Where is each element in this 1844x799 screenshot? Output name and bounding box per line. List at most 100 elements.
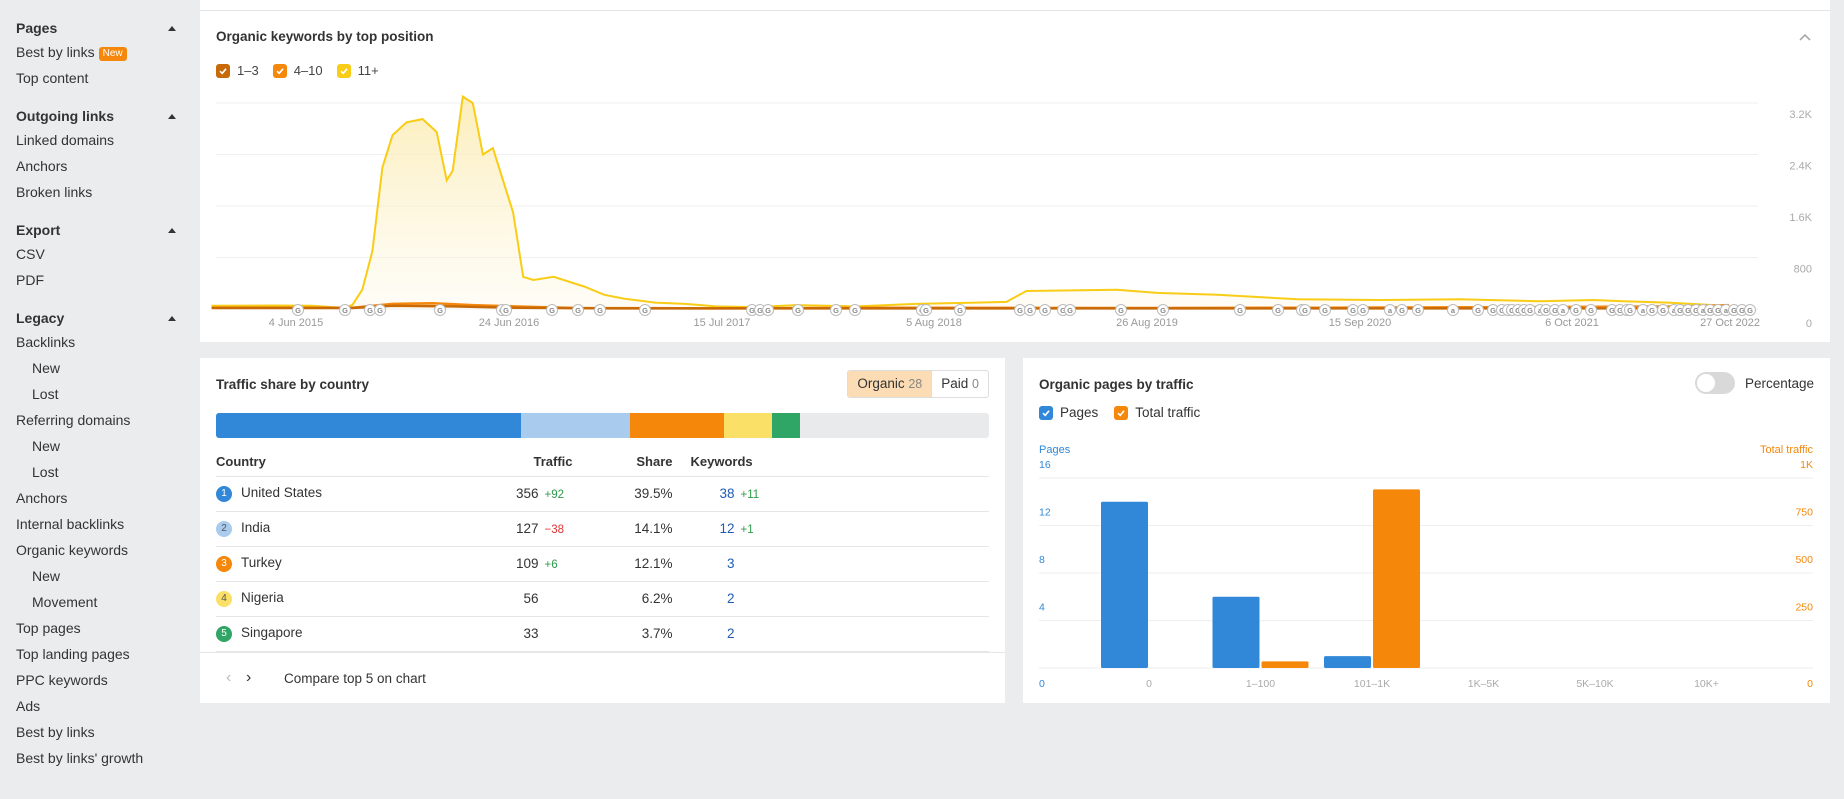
sidebar-item[interactable]: Anchors bbox=[0, 485, 200, 511]
google-update-marker[interactable]: G bbox=[1624, 304, 1636, 316]
google-update-marker[interactable]: G bbox=[292, 304, 304, 316]
bar-total-traffic[interactable] bbox=[1261, 661, 1309, 668]
toggle-organic[interactable]: Organic 28 bbox=[848, 371, 932, 397]
google-update-marker[interactable]: G bbox=[1157, 304, 1169, 316]
next-page-button[interactable]: › bbox=[246, 669, 266, 687]
sidebar-item[interactable]: Ads bbox=[0, 693, 200, 719]
sidebar-item[interactable]: Best by links bbox=[0, 719, 200, 745]
checkbox[interactable] bbox=[272, 63, 287, 78]
google-update-marker[interactable]: G bbox=[364, 304, 376, 316]
annotation-marker[interactable]: a bbox=[1384, 304, 1396, 316]
sidebar-item[interactable]: Backlinks bbox=[0, 329, 200, 355]
google-update-marker[interactable]: G bbox=[1115, 304, 1127, 316]
bar-pages[interactable] bbox=[1101, 501, 1148, 668]
google-update-marker[interactable]: G bbox=[594, 304, 606, 316]
google-update-marker[interactable]: G bbox=[546, 304, 558, 316]
toggle-paid[interactable]: Paid 0 bbox=[931, 371, 988, 397]
sidebar-item[interactable]: Lost bbox=[0, 459, 200, 485]
sidebar-item[interactable]: CSV bbox=[0, 241, 200, 267]
col-traffic[interactable]: Traffic bbox=[516, 448, 573, 477]
google-update-marker[interactable]: G bbox=[849, 304, 861, 316]
table-row[interactable]: 3 Turkey 109 +6 12.1% 3 bbox=[216, 546, 989, 582]
sidebar-item[interactable]: Best by links' growth bbox=[0, 745, 200, 771]
bar-total-traffic[interactable] bbox=[1373, 489, 1420, 668]
sidebar-item[interactable]: PPC keywords bbox=[0, 667, 200, 693]
keywords-link[interactable]: 2 bbox=[713, 626, 735, 641]
google-update-marker[interactable]: G bbox=[1347, 304, 1359, 316]
sidebar-section-header[interactable]: Outgoing links bbox=[0, 105, 200, 127]
sidebar-item[interactable]: Top content bbox=[0, 65, 200, 91]
legend-checkbox-11+[interactable]: 11+ bbox=[336, 63, 379, 78]
col-country[interactable]: Country bbox=[216, 448, 516, 477]
table-row[interactable]: 2 India 127 −38 14.1% 12 +1 bbox=[216, 511, 989, 547]
sidebar-section-header[interactable]: Export bbox=[0, 219, 200, 241]
google-update-marker[interactable]: G bbox=[1014, 304, 1026, 316]
bar-pages[interactable] bbox=[1324, 656, 1371, 668]
share-segment-united-states[interactable] bbox=[216, 413, 522, 438]
table-row[interactable]: 5 Singapore 33 3.7% 2 bbox=[216, 616, 989, 652]
google-update-marker[interactable]: G bbox=[1357, 304, 1369, 316]
sidebar-item[interactable]: New bbox=[0, 433, 200, 459]
google-update-marker[interactable]: G bbox=[954, 304, 966, 316]
keywords-link[interactable]: 3 bbox=[713, 556, 735, 571]
keywords-link[interactable]: 12 bbox=[713, 521, 735, 536]
sidebar-item[interactable]: Referring domains bbox=[0, 407, 200, 433]
sidebar-section-header[interactable]: Pages bbox=[0, 17, 200, 39]
sidebar-item[interactable]: Top landing pages bbox=[0, 641, 200, 667]
sidebar-item[interactable]: Best by links New bbox=[0, 39, 200, 65]
google-update-marker[interactable]: G bbox=[792, 304, 804, 316]
google-update-marker[interactable]: G bbox=[1319, 304, 1331, 316]
table-row[interactable]: 1 United States 356 +92 39.5% 38 +11 bbox=[216, 476, 989, 512]
keywords-link[interactable]: 38 bbox=[713, 486, 735, 501]
google-update-marker[interactable]: G bbox=[1744, 304, 1756, 316]
prev-page-button[interactable]: ‹ bbox=[226, 669, 246, 687]
google-update-marker[interactable]: G bbox=[830, 304, 842, 316]
keywords-link[interactable]: 2 bbox=[713, 591, 735, 606]
legend-checkbox-4–10[interactable]: 4–10 bbox=[272, 63, 323, 78]
google-update-marker[interactable]: G bbox=[374, 304, 386, 316]
google-update-marker[interactable]: G bbox=[920, 304, 932, 316]
google-update-marker[interactable]: G bbox=[339, 304, 351, 316]
annotation-marker[interactable]: a bbox=[1557, 304, 1569, 316]
table-row[interactable]: 4 Nigeria 56 6.2% 2 bbox=[216, 581, 989, 617]
sidebar-item[interactable]: New bbox=[0, 355, 200, 381]
sidebar-item[interactable]: Movement bbox=[0, 589, 200, 615]
compare-top5-link[interactable]: Compare top 5 on chart bbox=[284, 671, 426, 686]
google-update-marker[interactable]: G bbox=[1234, 304, 1246, 316]
google-update-marker[interactable]: G bbox=[500, 304, 512, 316]
share-segment-nigeria[interactable] bbox=[723, 413, 772, 438]
google-update-marker[interactable]: G bbox=[1024, 304, 1036, 316]
bar-pages[interactable] bbox=[1212, 596, 1260, 668]
sidebar-item[interactable]: Broken links bbox=[0, 179, 200, 205]
sidebar-item[interactable]: Top pages bbox=[0, 615, 200, 641]
checkbox[interactable] bbox=[216, 63, 230, 78]
google-update-marker[interactable]: G bbox=[1657, 304, 1669, 316]
google-update-marker[interactable]: G bbox=[1396, 304, 1408, 316]
checkbox[interactable] bbox=[336, 63, 351, 78]
google-update-marker[interactable]: G bbox=[1524, 304, 1536, 316]
share-segment-singapore[interactable] bbox=[771, 413, 801, 438]
sidebar-item[interactable]: Lost bbox=[0, 381, 200, 407]
collapse-button[interactable] bbox=[1798, 30, 1812, 41]
google-update-marker[interactable]: G bbox=[572, 304, 584, 316]
google-update-marker[interactable]: G bbox=[1472, 304, 1484, 316]
sidebar-item[interactable]: PDF bbox=[0, 267, 200, 293]
google-update-marker[interactable]: G bbox=[1412, 304, 1424, 316]
google-update-marker[interactable]: G bbox=[639, 304, 651, 316]
google-update-marker[interactable]: G bbox=[1039, 304, 1051, 316]
google-update-marker[interactable]: G bbox=[1646, 304, 1658, 316]
sidebar-section-header[interactable]: Legacy bbox=[0, 307, 200, 329]
sidebar-item[interactable]: Internal backlinks bbox=[0, 511, 200, 537]
col-keywords[interactable]: Keywords bbox=[672, 448, 989, 477]
sidebar-item[interactable]: Organic keywords bbox=[0, 537, 200, 563]
share-segment-india[interactable] bbox=[521, 413, 631, 438]
google-update-marker[interactable]: G bbox=[1585, 304, 1597, 316]
share-segment-turkey[interactable] bbox=[630, 413, 724, 438]
google-update-marker[interactable]: G bbox=[434, 304, 446, 316]
sidebar-item[interactable]: Linked domains bbox=[0, 127, 200, 153]
google-update-marker[interactable]: G bbox=[1570, 304, 1582, 316]
legend-checkbox-1–3[interactable]: 1–3 bbox=[216, 63, 259, 78]
google-update-marker[interactable]: G bbox=[1064, 304, 1076, 316]
google-update-marker[interactable]: G bbox=[1272, 304, 1284, 316]
google-update-marker[interactable]: G bbox=[762, 304, 774, 316]
